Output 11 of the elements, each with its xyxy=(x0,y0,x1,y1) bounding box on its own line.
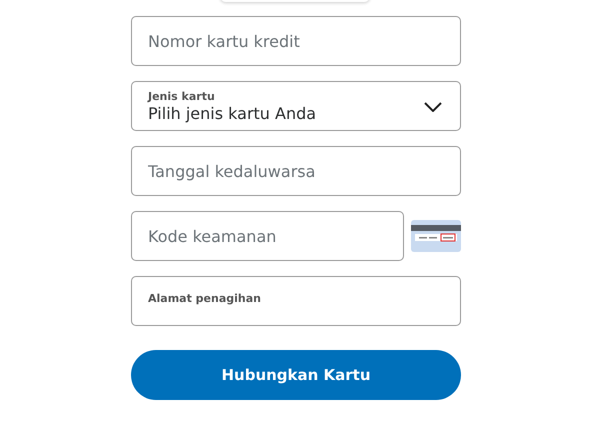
field-label: Alamat penagihan xyxy=(148,292,261,305)
text-field[interactable]: Alamat penagihan xyxy=(131,276,461,326)
credit-card-icon xyxy=(411,220,461,252)
field-label: Jenis kartu xyxy=(148,90,215,104)
chevron-down-icon xyxy=(424,102,442,112)
field-value: Pilih jenis kartu Anda xyxy=(148,104,316,124)
text-field[interactable]: Kode keamanan xyxy=(131,211,404,261)
text-field[interactable]: Tanggal kedaluwarsa xyxy=(131,146,461,196)
select-field[interactable]: Jenis kartu Pilih jenis kartu Anda xyxy=(131,81,461,131)
text-field[interactable]: Nomor kartu kredit xyxy=(131,16,461,66)
submit-button[interactable]: Hubungkan Kartu xyxy=(131,350,461,400)
